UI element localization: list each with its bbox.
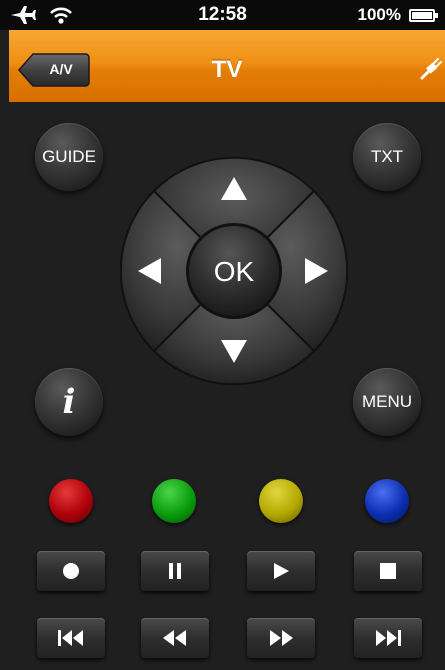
fast-forward-button[interactable] — [247, 618, 315, 658]
pause-icon — [169, 563, 181, 579]
pause-button[interactable] — [141, 551, 209, 591]
guide-label: GUIDE — [42, 147, 96, 166]
fast-forward-icon — [270, 630, 293, 646]
skip-forward-icon — [376, 630, 401, 646]
info-button[interactable]: i — [35, 368, 103, 436]
blue-button[interactable] — [365, 479, 409, 523]
stop-button[interactable] — [354, 551, 422, 591]
ok-button[interactable]: OK — [186, 223, 282, 319]
dpad: OK — [119, 156, 349, 386]
menu-button[interactable]: MENU — [353, 368, 421, 436]
menu-label: MENU — [361, 392, 413, 411]
rewind-button[interactable] — [141, 618, 209, 658]
rewind-icon — [163, 630, 186, 646]
yellow-button[interactable] — [259, 479, 303, 523]
stop-icon — [380, 563, 396, 579]
status-bar: 12:58 100% — [0, 0, 445, 30]
green-button[interactable] — [152, 479, 196, 523]
battery-percent: 100% — [357, 5, 401, 24]
red-button[interactable] — [49, 479, 93, 523]
ok-label: OK — [214, 256, 255, 287]
page-title: TV — [211, 56, 243, 83]
skip-back-icon — [58, 630, 83, 646]
txt-button[interactable]: TXT — [353, 123, 421, 191]
plug-icon[interactable] — [419, 58, 443, 80]
skip-back-button[interactable] — [37, 618, 105, 658]
record-button[interactable] — [37, 551, 105, 591]
skip-forward-button[interactable] — [354, 618, 422, 658]
record-icon — [63, 563, 79, 579]
battery-icon — [409, 9, 438, 22]
guide-button[interactable]: GUIDE — [35, 123, 103, 191]
info-icon: i — [62, 382, 76, 422]
nav-bar: A/V TV — [9, 30, 445, 102]
txt-label: TXT — [370, 147, 404, 166]
play-icon — [274, 563, 289, 579]
play-button[interactable] — [247, 551, 315, 591]
